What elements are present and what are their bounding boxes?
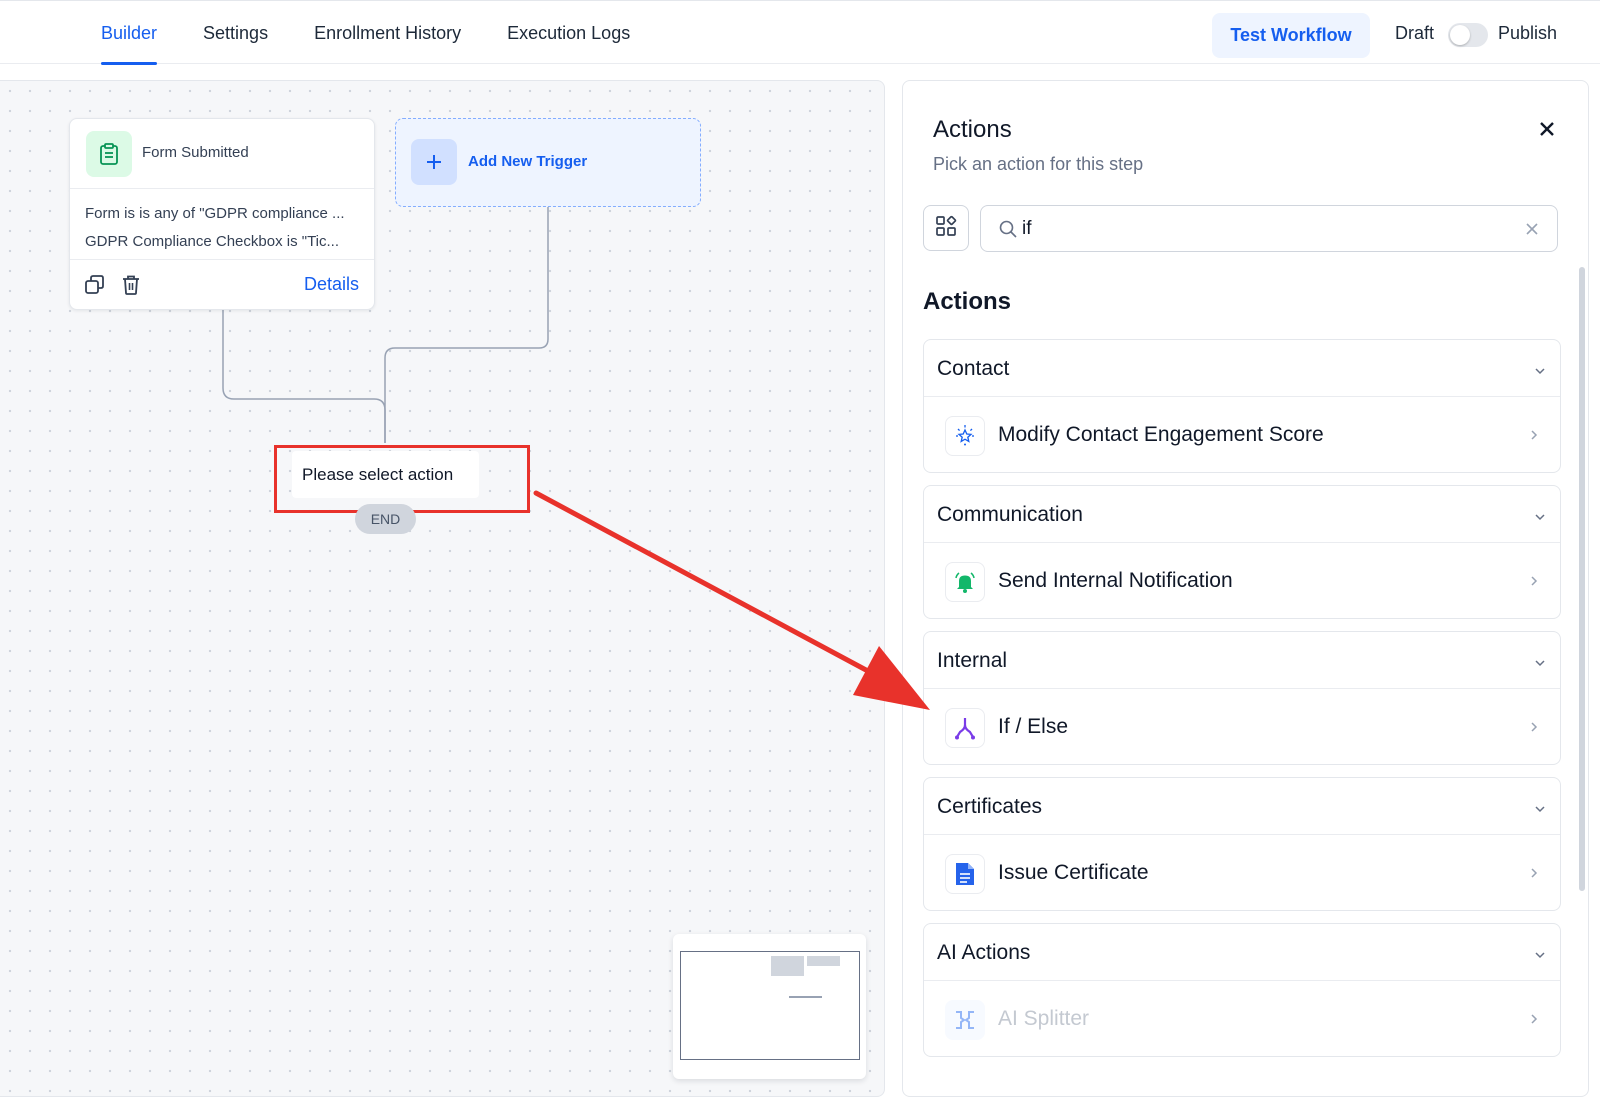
- top-navigation: Builder Settings Enrollment History Exec…: [0, 0, 1600, 65]
- action-item-label: Send Internal Notification: [998, 569, 1233, 592]
- panel-scrollbar[interactable]: [1579, 267, 1585, 891]
- add-trigger-label: Add New Trigger: [468, 153, 588, 170]
- document-icon: [945, 854, 985, 894]
- group-ai-actions: AI Actions AI Splitter: [923, 923, 1561, 1057]
- search-box: [980, 205, 1558, 252]
- chevron-right-icon: [1530, 428, 1538, 446]
- publish-label: Publish: [1498, 23, 1558, 43]
- close-icon[interactable]: [1533, 115, 1561, 143]
- minimap[interactable]: [673, 934, 866, 1079]
- chevron-down-icon: [1534, 800, 1546, 818]
- category-grid-button[interactable]: [923, 205, 969, 251]
- panel-title: Actions: [933, 116, 1012, 143]
- group-contact: Contact Modify Contact Engagement Score: [923, 339, 1561, 473]
- details-link[interactable]: Details: [304, 274, 359, 295]
- minimap-viewport: [680, 951, 860, 1060]
- minimap-node: [807, 956, 840, 966]
- action-groups: Contact Modify Contact Engagement Score …: [923, 339, 1561, 1069]
- trigger-condition: Form is is any of "GDPR compliance ...: [85, 205, 345, 222]
- engagement-score-icon: [945, 416, 985, 456]
- publish-toggle[interactable]: [1448, 23, 1488, 47]
- group-title: Internal: [937, 649, 1008, 672]
- action-item-label: If / Else: [998, 715, 1069, 738]
- tab-bar: Builder Settings Enrollment History Exec…: [101, 1, 676, 65]
- copy-icon[interactable]: [84, 274, 106, 301]
- workflow-canvas[interactable]: Form Submitted Form is is any of "GDPR c…: [0, 80, 885, 1097]
- trash-icon[interactable]: [121, 274, 141, 301]
- minimap-node: [789, 996, 822, 998]
- clipboard-icon: [86, 131, 132, 177]
- chevron-down-icon: [1534, 946, 1546, 964]
- group-title: Certificates: [937, 795, 1043, 818]
- tab-execution-logs[interactable]: Execution Logs: [507, 1, 630, 65]
- plus-icon: [411, 139, 457, 185]
- trigger-card-form-submitted[interactable]: Form Submitted Form is is any of "GDPR c…: [69, 118, 375, 310]
- actions-panel: Actions Pick an action for this step if …: [902, 80, 1589, 1097]
- action-item-modify-contact-engagement-score[interactable]: Modify Contact Engagement Score: [924, 397, 1560, 473]
- chevron-right-icon: [1530, 574, 1538, 592]
- trigger-header: Form Submitted: [70, 119, 374, 189]
- annotation-highlight-box: [274, 445, 530, 513]
- grid-icon: [935, 215, 957, 242]
- tab-builder[interactable]: Builder: [101, 1, 158, 65]
- group-communication: Communication Send Internal Notification: [923, 485, 1561, 619]
- panel-subtitle: Pick an action for this step: [933, 154, 1144, 174]
- chevron-down-icon: [1534, 654, 1546, 672]
- action-item-if-else[interactable]: If / Else: [924, 689, 1560, 765]
- tab-settings[interactable]: Settings: [203, 1, 268, 65]
- test-workflow-button[interactable]: Test Workflow: [1212, 13, 1370, 58]
- end-node: END: [355, 504, 416, 534]
- chevron-right-icon: [1530, 1012, 1538, 1030]
- group-header[interactable]: Internal: [924, 632, 1560, 689]
- trigger-condition: GDPR Compliance Checkbox is "Tic...: [85, 233, 340, 250]
- action-item-label: AI Splitter: [998, 1007, 1090, 1030]
- toggle-knob: [1450, 25, 1470, 45]
- group-header[interactable]: Certificates: [924, 778, 1560, 835]
- search-input[interactable]: [1022, 216, 1502, 242]
- chevron-right-icon: [1530, 720, 1538, 738]
- group-title: Contact: [937, 357, 1010, 380]
- trigger-conditions: Form is is any of "GDPR compliance ... G…: [70, 189, 374, 260]
- branch-icon: [945, 708, 985, 748]
- group-header[interactable]: Communication: [924, 486, 1560, 543]
- tab-enrollment-history[interactable]: Enrollment History: [314, 1, 461, 65]
- group-header[interactable]: Contact: [924, 340, 1560, 397]
- search-icon: [998, 219, 1018, 244]
- bell-icon: [945, 562, 985, 602]
- actions-section-heading: Actions: [923, 288, 1012, 315]
- group-title: Communication: [937, 503, 1083, 526]
- group-title: AI Actions: [937, 941, 1031, 964]
- action-item-ai-splitter[interactable]: AI Splitter: [924, 981, 1560, 1057]
- action-item-send-internal-notification[interactable]: Send Internal Notification: [924, 543, 1560, 619]
- group-certificates: Certificates Issue Certificate: [923, 777, 1561, 911]
- action-item-label: Modify Contact Engagement Score: [998, 423, 1324, 446]
- minimap-node: [771, 956, 804, 976]
- trigger-title: Form Submitted: [142, 144, 249, 161]
- ai-splitter-icon: [945, 1000, 985, 1040]
- chevron-down-icon: [1534, 362, 1546, 380]
- action-item-label: Issue Certificate: [998, 861, 1149, 884]
- clear-search-icon[interactable]: [1522, 219, 1542, 244]
- trigger-footer: Details: [70, 260, 374, 310]
- chevron-right-icon: [1530, 866, 1538, 884]
- chevron-down-icon: [1534, 508, 1546, 526]
- draft-label: Draft: [1395, 23, 1435, 43]
- add-new-trigger-card[interactable]: Add New Trigger: [395, 118, 701, 207]
- group-header[interactable]: AI Actions: [924, 924, 1560, 981]
- group-internal: Internal If / Else: [923, 631, 1561, 765]
- action-item-issue-certificate[interactable]: Issue Certificate: [924, 835, 1560, 911]
